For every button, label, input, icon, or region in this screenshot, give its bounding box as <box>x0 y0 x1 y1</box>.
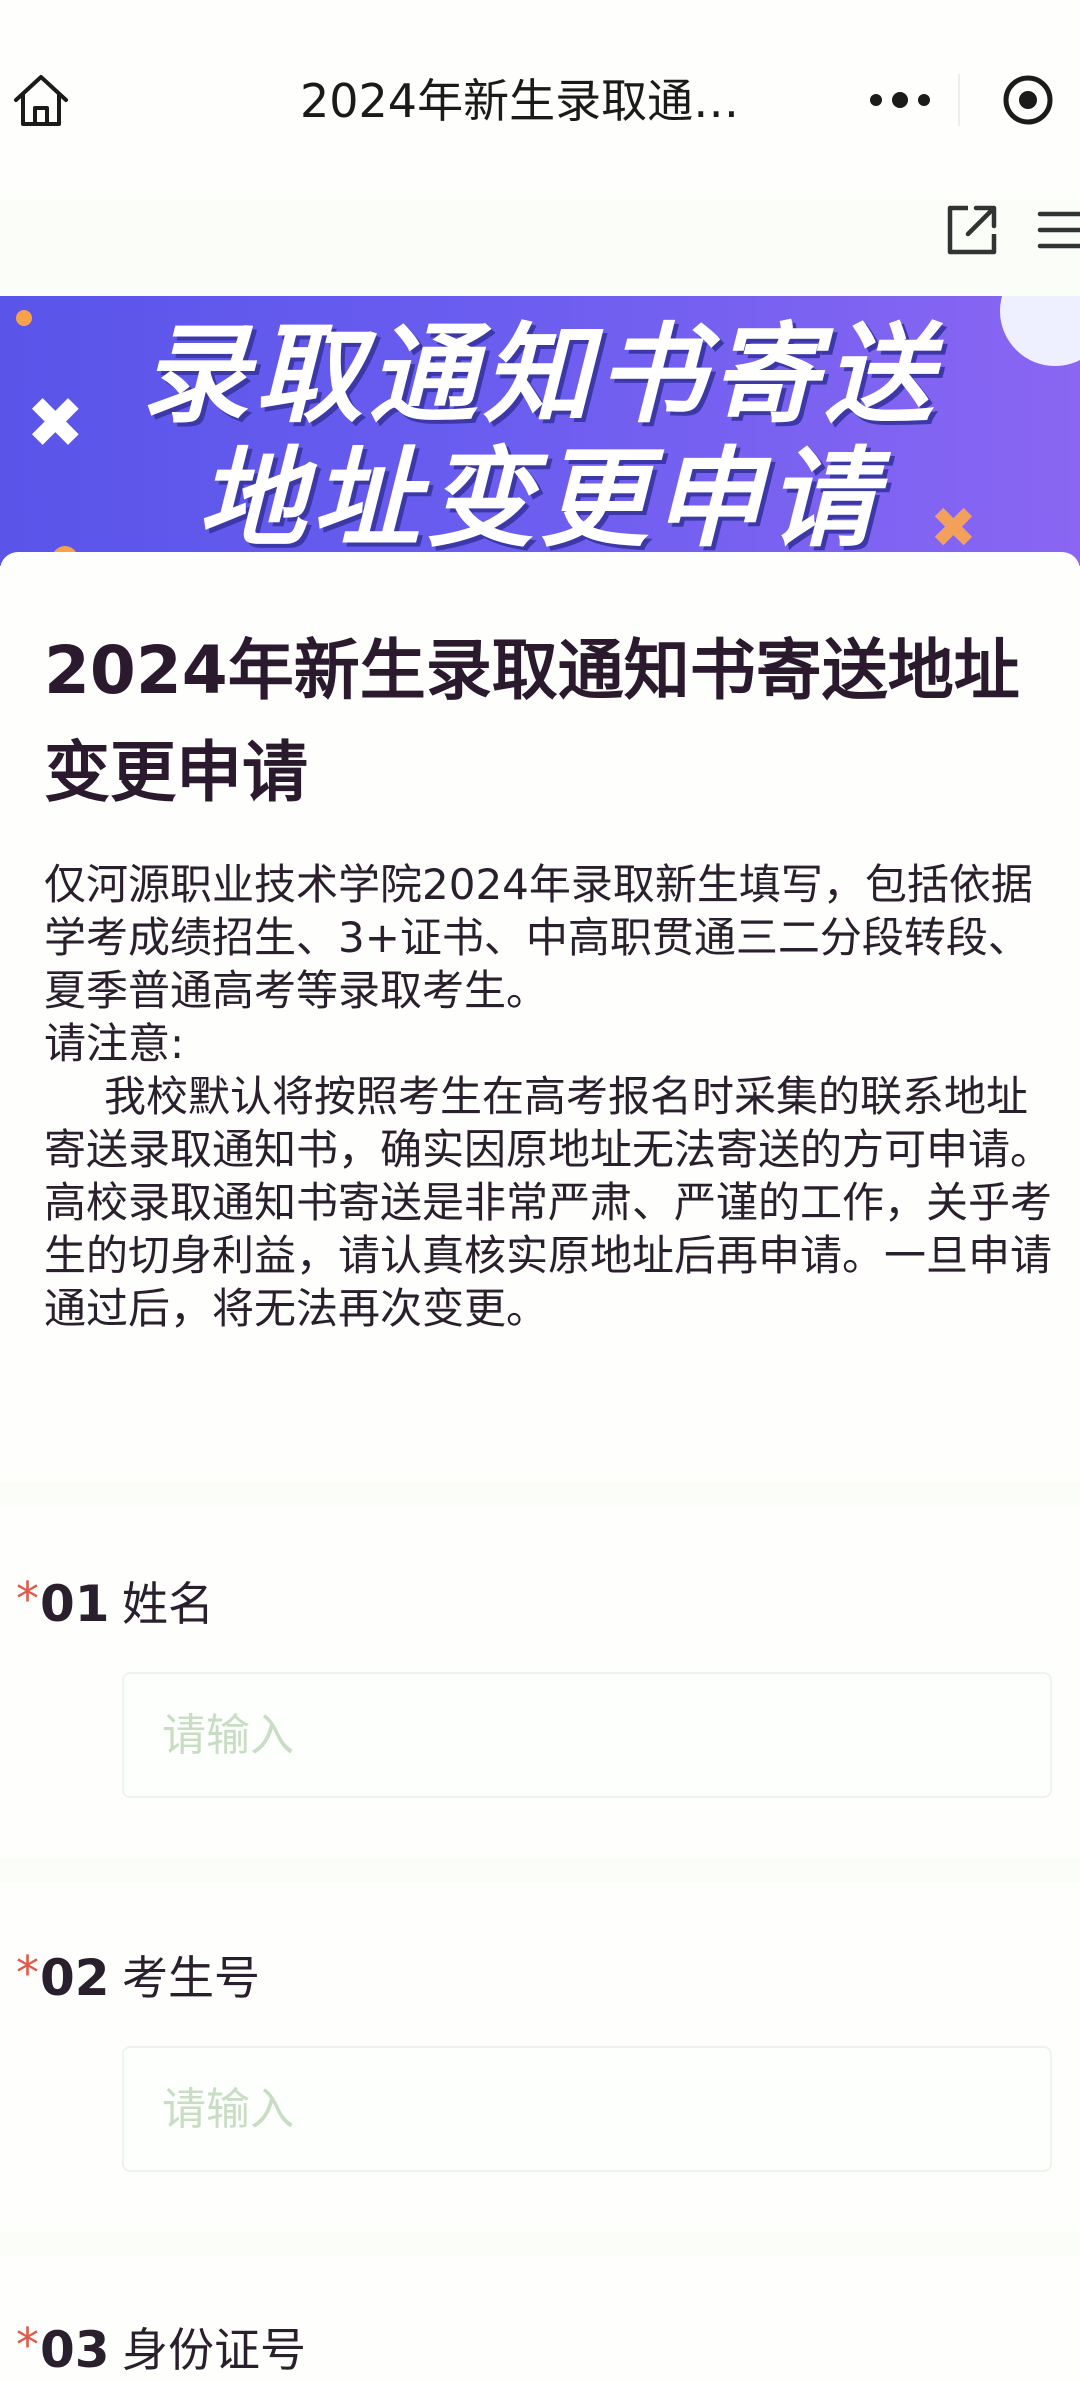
question-number: 02 <box>40 1949 110 2007</box>
more-options-icon[interactable] <box>840 52 960 148</box>
page-title: 2024年新生录取通知书寄送地址变更申请 <box>44 632 1020 811</box>
capsule-divider <box>958 74 960 126</box>
form-description: 仅河源职业技术学院2024年录取新生填写，包括依据学考成绩招生、3+证书、中高职… <box>44 858 1054 1335</box>
top-navigation-bar: 2024年新生录取通… <box>0 0 1080 200</box>
candidate-number-input[interactable] <box>122 2046 1052 2172</box>
question-id-number: * 03 身份证号 <box>0 2256 1080 2382</box>
question-candidate-number: * 02 考生号 <box>0 1882 1080 2232</box>
required-mark: * <box>16 1946 39 2000</box>
share-icon[interactable] <box>942 200 1002 260</box>
capsule-menu <box>840 52 1076 148</box>
home-icon[interactable] <box>10 70 72 132</box>
header-banner: ✖ ✖ 录取通知书寄送 地址变更申请 <box>0 296 1080 566</box>
banner-title: 录取通知书寄送 地址变更申请 <box>140 313 939 562</box>
question-label: 考生号 <box>122 1951 260 2005</box>
name-input[interactable] <box>122 1672 1052 1798</box>
question-label: 姓名 <box>122 1577 214 1631</box>
nav-title: 2024年新生录取通… <box>300 74 740 128</box>
description-paragraph: 我校默认将按照考生在高考报名时采集的联系地址寄送录取通知书，确实因原地址无法寄送… <box>44 1072 1053 1333</box>
question-number: 01 <box>40 1575 110 1633</box>
notice-label: 请注意: <box>44 1019 185 1068</box>
menu-icon[interactable] <box>1036 202 1080 258</box>
question-number: 03 <box>40 2321 110 2379</box>
required-mark: * <box>16 1572 39 1626</box>
question-name: * 01 姓名 <box>0 1508 1080 1858</box>
close-miniprogram-icon[interactable] <box>1002 74 1054 126</box>
required-mark: * <box>16 2318 39 2372</box>
question-label: 身份证号 <box>122 2323 306 2377</box>
description-paragraph: 仅河源职业技术学院2024年录取新生填写，包括依据学考成绩招生、3+证书、中高职… <box>44 860 1033 1015</box>
